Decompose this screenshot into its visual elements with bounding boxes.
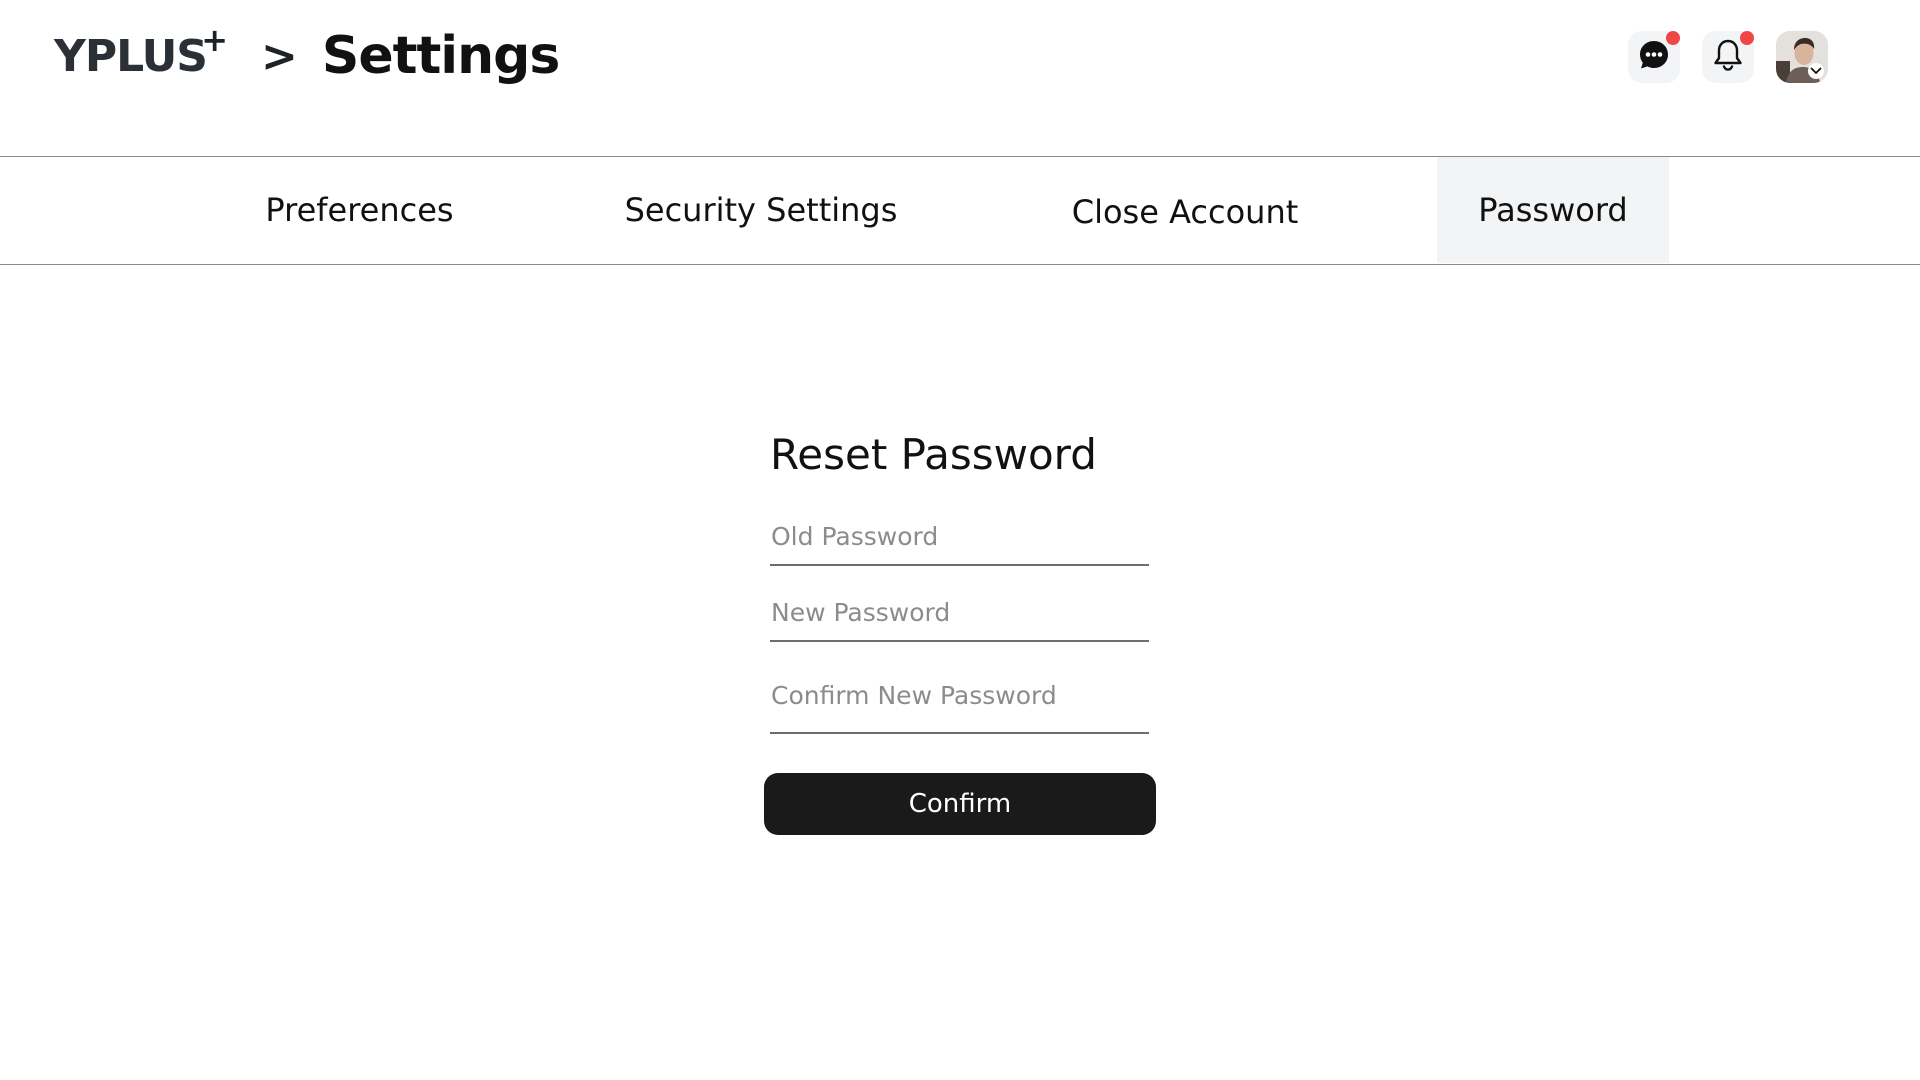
notifications-button[interactable] xyxy=(1702,31,1754,83)
settings-tabs: Preferences Security Settings Close Acco… xyxy=(0,156,1920,265)
notifications-unread-badge xyxy=(1740,31,1754,45)
tab-password[interactable]: Password xyxy=(1437,157,1669,263)
app-logo[interactable]: YPLUS + xyxy=(54,21,228,82)
messages-unread-badge xyxy=(1666,31,1680,45)
tab-security-settings[interactable]: Security Settings xyxy=(602,157,920,263)
breadcrumb-separator: > xyxy=(261,30,298,82)
confirm-button[interactable]: Confirm xyxy=(764,773,1156,835)
old-password-field[interactable] xyxy=(770,514,1149,566)
new-password-field[interactable] xyxy=(770,590,1149,642)
confirm-new-password-field[interactable] xyxy=(770,671,1149,734)
header-actions xyxy=(1628,31,1828,83)
logo-plus-mark: + xyxy=(201,20,228,59)
tab-label: Preferences xyxy=(265,191,454,229)
tab-preferences[interactable]: Preferences xyxy=(222,157,497,263)
tab-close-account[interactable]: Close Account xyxy=(1040,157,1330,263)
chat-bubble-icon xyxy=(1637,38,1671,76)
logo-text: YPLUS xyxy=(54,30,208,82)
chevron-down-icon xyxy=(1808,63,1824,79)
tab-label: Security Settings xyxy=(624,191,898,229)
breadcrumb: YPLUS + > Settings xyxy=(54,21,560,88)
user-avatar-menu[interactable] xyxy=(1776,31,1828,83)
top-header: YPLUS + > Settings xyxy=(0,0,1920,156)
bell-icon xyxy=(1711,37,1745,77)
tab-label: Close Account xyxy=(1071,193,1299,231)
messages-button[interactable] xyxy=(1628,31,1680,83)
page-title: Settings xyxy=(321,26,560,86)
form-title: Reset Password xyxy=(770,430,1097,479)
tab-label: Password xyxy=(1478,191,1628,229)
